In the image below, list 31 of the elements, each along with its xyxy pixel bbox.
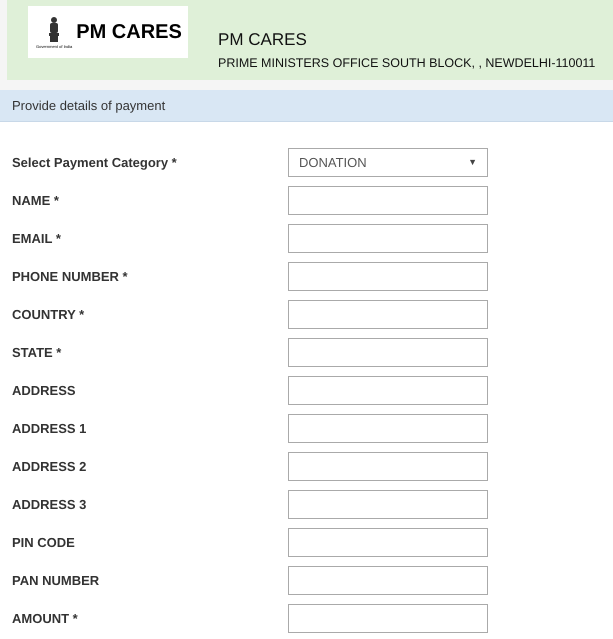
emblem-icon (47, 16, 62, 44)
input-field[interactable] (288, 262, 488, 291)
input-field[interactable] (288, 452, 488, 481)
input-field[interactable] (288, 490, 488, 519)
field-label: ADDRESS 3 (11, 496, 88, 514)
input-field[interactable] (288, 300, 488, 329)
field-label: ADDRESS 2 (11, 458, 88, 476)
field-label: PAN NUMBER (11, 572, 100, 590)
field-label: Select Payment Category * (11, 154, 178, 172)
field-label: NAME * (11, 192, 60, 210)
field-label: ADDRESS (11, 382, 77, 400)
input-field[interactable] (288, 528, 488, 557)
field-label: PHONE NUMBER * (11, 268, 129, 286)
address-text: PRIME MINISTERS OFFICE SOUTH BLOCK, , NEWDELHI-110011 (218, 55, 596, 71)
field-label: COUNTRY * (11, 306, 86, 324)
field-label: PIN CODE (11, 534, 76, 552)
section-title: Provide details of payment (12, 96, 166, 115)
input-field[interactable] (288, 224, 488, 253)
field-label: ADDRESS 1 (11, 420, 88, 438)
category-dropdown[interactable]: DONATION ▼ (288, 148, 488, 177)
input-field[interactable] (288, 338, 488, 367)
logo-text: PM CARES (76, 20, 182, 45)
field-label: STATE * (11, 344, 62, 362)
page-title: PM CARES (218, 30, 308, 50)
input-field[interactable] (288, 376, 488, 405)
input-field[interactable] (288, 566, 488, 595)
input-field[interactable] (288, 414, 488, 443)
field-label: AMOUNT * (11, 610, 79, 628)
input-field[interactable] (288, 604, 488, 633)
input-field[interactable] (288, 186, 488, 215)
field-label: EMAIL * (11, 230, 62, 248)
